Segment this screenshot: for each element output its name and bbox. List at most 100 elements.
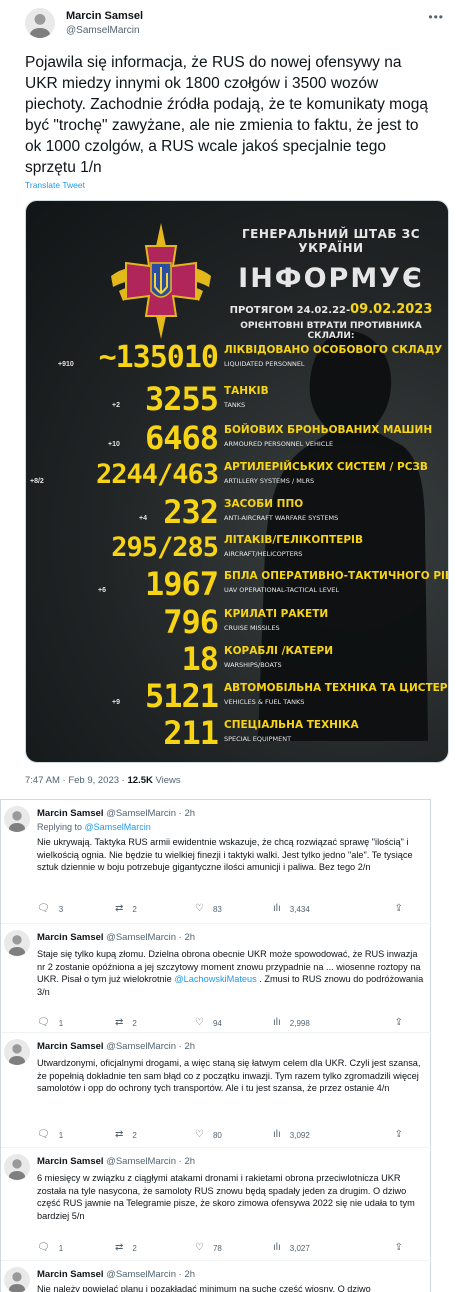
reply-time[interactable]: 2h xyxy=(184,932,195,943)
tweet-time[interactable]: 7:47 AM xyxy=(25,775,60,786)
share-icon[interactable]: ⇪ xyxy=(395,1017,403,1028)
period-line: ПРОТЯГОМ 24.02.22-09.02.2023 xyxy=(226,302,436,317)
reply-tweet[interactable]: Marcin Samsel @SamselMarcin · 2h 6 miesi… xyxy=(1,1148,432,1261)
reply-tweet[interactable]: Marcin Samsel @SamselMarcin · 2h Nie nal… xyxy=(1,1261,432,1292)
reply-author-name[interactable]: Marcin Samsel xyxy=(37,1156,104,1167)
inform-title: ІНФОРМУЄ xyxy=(238,263,424,294)
like-action[interactable]: ♡ 78 xyxy=(195,1242,222,1254)
views-chart-icon: ılı xyxy=(273,1242,281,1253)
reply-author-handle[interactable]: @SamselMarcin xyxy=(106,1156,176,1167)
reply-text: 6 miesięcy w związku z ciągłymi atakami … xyxy=(37,1173,415,1221)
loss-label-en: VEHICLES & FUEL TANKS xyxy=(224,698,305,706)
loss-label-en: SPECIAL EQUIPMENT xyxy=(224,735,292,743)
views-action[interactable]: ılı 2,998 xyxy=(273,1017,310,1029)
translate-tweet-link[interactable]: Translate Tweet xyxy=(25,180,85,190)
reply-author-name[interactable]: Marcin Samsel xyxy=(37,1269,104,1280)
loss-value: 18 xyxy=(181,640,219,678)
reply-author-name[interactable]: Marcin Samsel xyxy=(37,932,104,943)
reply-actions: 🗨 1 ⇄ 2 ♡ 78 ılı 3,027 ⇪ xyxy=(37,1242,417,1256)
period-end: 09.02.2023 xyxy=(350,302,433,317)
period-prefix: ПРОТЯГОМ 24.02.22- xyxy=(229,305,351,316)
avatar[interactable] xyxy=(25,8,55,38)
replying-prefix: Replying to xyxy=(37,822,83,832)
views-action[interactable]: ılı 3,092 xyxy=(273,1129,310,1141)
infographic-header: ГЕНЕРАЛЬНИЙ ШТАБ ЗС УКРАЇНИ ІНФОРМУЄ ПРО… xyxy=(226,227,436,341)
retweet-count: 2 xyxy=(132,1018,137,1028)
views-action[interactable]: ılı 3,027 xyxy=(273,1242,310,1254)
reply-count: 3 xyxy=(58,904,64,914)
retweet-action[interactable]: ⇄ 2 xyxy=(115,1017,137,1029)
retweet-action[interactable]: ⇄ 2 xyxy=(115,1242,137,1254)
reply-count: 1 xyxy=(58,1243,64,1253)
reply-header: Marcin Samsel @SamselMarcin · 2h xyxy=(37,1041,196,1052)
reply-time[interactable]: 2h xyxy=(184,1041,195,1052)
reply-action[interactable]: 🗨 1 xyxy=(37,1017,63,1029)
loss-label-en: WARSHIPS/BOATS xyxy=(224,661,282,669)
general-staff-title: ГЕНЕРАЛЬНИЙ ШТАБ ЗС УКРАЇНИ xyxy=(241,227,421,255)
more-options-icon[interactable]: ••• xyxy=(428,10,444,24)
reply-action[interactable]: 🗨 3 xyxy=(37,903,63,915)
reply-header: Marcin Samsel @SamselMarcin · 2h xyxy=(37,1156,196,1167)
reply-tweet[interactable]: Marcin Samsel @SamselMarcin · 2h Staje s… xyxy=(1,924,432,1033)
heart-icon: ♡ xyxy=(195,1017,204,1028)
retweet-action[interactable]: ⇄ 2 xyxy=(115,1129,137,1141)
retweet-count: 2 xyxy=(132,904,137,914)
avatar[interactable] xyxy=(4,930,30,956)
reply-action[interactable]: 🗨 1 xyxy=(37,1129,63,1141)
avatar[interactable] xyxy=(4,1267,30,1292)
loss-label-en: ARMOURED PERSONNEL VEHICLE xyxy=(224,440,334,448)
views-count: 2,998 xyxy=(289,1018,310,1028)
reply-author-name[interactable]: Marcin Samsel xyxy=(37,808,104,819)
reply-header: Marcin Samsel @SamselMarcin · 2h xyxy=(37,932,196,943)
tweet-image[interactable]: ГЕНЕРАЛЬНИЙ ШТАБ ЗС УКРАЇНИ ІНФОРМУЄ ПРО… xyxy=(25,200,449,763)
reply-actions: 🗨 3 ⇄ 2 ♡ 83 ılı 3,434 ⇪ xyxy=(37,903,417,917)
like-action[interactable]: ♡ 80 xyxy=(195,1129,222,1141)
reply-author-handle[interactable]: @SamselMarcin xyxy=(106,1041,176,1052)
reply-time[interactable]: 2h xyxy=(184,808,195,819)
loss-delta: +2 xyxy=(112,402,120,409)
like-count: 80 xyxy=(212,1130,222,1140)
tweet-date[interactable]: Feb 9, 2023 xyxy=(68,775,119,786)
views-chart-icon: ılı xyxy=(273,1129,281,1140)
avatar[interactable] xyxy=(4,1039,30,1065)
share-icon[interactable]: ⇪ xyxy=(395,1129,403,1140)
reply-author-name[interactable]: Marcin Samsel xyxy=(37,1041,104,1052)
reply-count: 1 xyxy=(58,1018,64,1028)
general-staff-emblem-icon xyxy=(111,223,211,339)
author-handle[interactable]: @SamselMarcin xyxy=(66,25,140,36)
retweet-action[interactable]: ⇄ 2 xyxy=(115,903,137,915)
views-count: 12.5K xyxy=(127,775,153,786)
retweet-icon: ⇄ xyxy=(115,903,124,914)
author-name[interactable]: Marcin Samsel xyxy=(66,10,143,22)
reply-action[interactable]: 🗨 1 xyxy=(37,1242,63,1254)
loss-value: 6468 xyxy=(144,419,219,457)
loss-value: 295/285 xyxy=(111,532,219,563)
main-tweet: Marcin Samsel @SamselMarcin ••• Pojawila… xyxy=(0,0,456,796)
reply-text: Staje się tylko kupą złomu. Dzielna obro… xyxy=(37,948,425,998)
loss-label-ua: СПЕЦІАЛЬНА ТЕХНІКА xyxy=(224,719,359,731)
share-icon[interactable]: ⇪ xyxy=(395,1242,403,1253)
reply-author-handle[interactable]: @SamselMarcin xyxy=(106,1269,176,1280)
like-action[interactable]: ♡ 83 xyxy=(195,903,222,915)
reply-author-handle[interactable]: @SamselMarcin xyxy=(106,932,176,943)
loss-label-ua: ЗАСОБИ ППО xyxy=(224,498,304,510)
reply-tweet[interactable]: Marcin Samsel @SamselMarcin · 2h Replyin… xyxy=(1,800,432,924)
replying-to-handle[interactable]: @SamselMarcin xyxy=(85,822,151,832)
retweet-icon: ⇄ xyxy=(115,1017,124,1028)
like-action[interactable]: ♡ 94 xyxy=(195,1017,222,1029)
like-count: 78 xyxy=(212,1243,222,1253)
heart-icon: ♡ xyxy=(195,1242,204,1253)
share-icon[interactable]: ⇪ xyxy=(395,903,403,914)
reply-time[interactable]: 2h xyxy=(184,1156,195,1167)
tweet-text: Pojawila się informacja, że RUS do nowej… xyxy=(25,54,428,176)
loss-value: 232 xyxy=(163,493,219,531)
views-count: 3,027 xyxy=(289,1243,310,1253)
reply-author-handle[interactable]: @SamselMarcin xyxy=(106,808,176,819)
reply-tweet[interactable]: Marcin Samsel @SamselMarcin · 2h Utwardz… xyxy=(1,1033,432,1148)
avatar[interactable] xyxy=(4,806,30,832)
reply-time[interactable]: 2h xyxy=(184,1269,195,1280)
views-action[interactable]: ılı 3,434 xyxy=(273,903,310,915)
mention-link[interactable]: @LachowskiMateus xyxy=(174,974,256,984)
avatar[interactable] xyxy=(4,1154,30,1180)
loss-value: 3255 xyxy=(144,380,219,418)
